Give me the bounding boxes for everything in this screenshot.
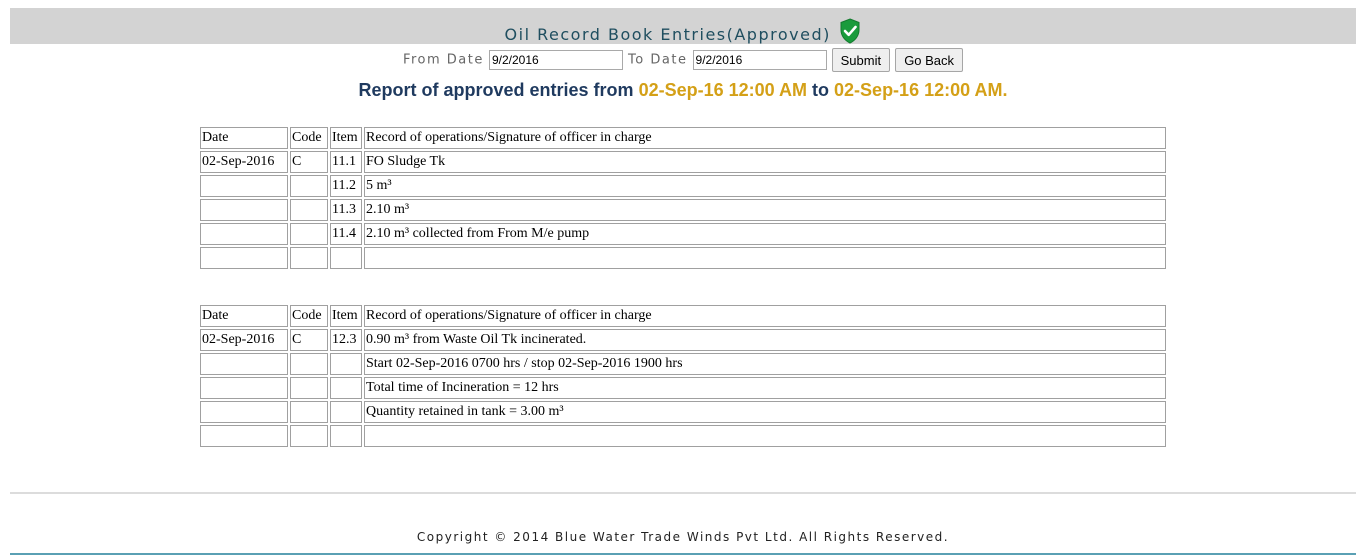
cell-code xyxy=(290,247,328,269)
report-prefix: Report of approved entries from xyxy=(358,80,634,100)
footer-divider xyxy=(10,492,1356,494)
cell-record: Quantity retained in tank = 3.00 m³ xyxy=(364,401,1166,423)
report-suffix: . xyxy=(1002,80,1008,100)
cell-date xyxy=(200,353,288,375)
record-table-1: Date Code Item Record of operations/Sign… xyxy=(198,125,1168,271)
cell-item xyxy=(330,353,362,375)
cell-code xyxy=(290,401,328,423)
cell-item xyxy=(330,247,362,269)
cell-date xyxy=(200,377,288,399)
cell-record: 2.10 m³ collected from From M/e pump xyxy=(364,223,1166,245)
bottom-border xyxy=(10,553,1356,555)
submit-button[interactable]: Submit xyxy=(831,48,891,72)
cell-item: 11.2 xyxy=(330,175,362,197)
cell-date xyxy=(200,401,288,423)
cell-item xyxy=(330,377,362,399)
cell-code xyxy=(290,353,328,375)
table-row: Start 02-Sep-2016 0700 hrs / stop 02-Sep… xyxy=(200,353,1166,375)
cell-record: Start 02-Sep-2016 0700 hrs / stop 02-Sep… xyxy=(364,353,1166,375)
go-back-button[interactable]: Go Back xyxy=(895,48,964,72)
table-row: 11.2 5 m³ xyxy=(200,175,1166,197)
header-cell-item: Item xyxy=(330,305,362,327)
from-date-input[interactable] xyxy=(488,50,623,70)
cell-code xyxy=(290,377,328,399)
table-header-row: Date Code Item Record of operations/Sign… xyxy=(200,305,1166,327)
cell-code: C xyxy=(290,151,328,173)
table-row: 11.3 2.10 m³ xyxy=(200,199,1166,221)
report-heading: Report of approved entries from 02-Sep-1… xyxy=(0,80,1366,101)
table-row: Quantity retained in tank = 3.00 m³ xyxy=(200,401,1166,423)
header-cell-date: Date xyxy=(200,305,288,327)
cell-date xyxy=(200,175,288,197)
cell-record: FO Sludge Tk xyxy=(364,151,1166,173)
to-date-label: To Date xyxy=(628,52,688,68)
header-cell-record: Record of operations/Signature of office… xyxy=(364,127,1166,149)
cell-item: 11.4 xyxy=(330,223,362,245)
page-title-row: Oil Record Book Entries(Approved) xyxy=(10,18,1356,48)
cell-record: 0.90 m³ from Waste Oil Tk incinerated. xyxy=(364,329,1166,351)
header-cell-record: Record of operations/Signature of office… xyxy=(364,305,1166,327)
cell-code: C xyxy=(290,329,328,351)
cell-date: 02-Sep-2016 xyxy=(200,329,288,351)
table-row: 02-Sep-2016 C 11.1 FO Sludge Tk xyxy=(200,151,1166,173)
cell-item xyxy=(330,401,362,423)
cell-item: 12.3 xyxy=(330,329,362,351)
header-bar: Oil Record Book Entries(Approved) xyxy=(10,8,1356,44)
cell-date: 02-Sep-2016 xyxy=(200,151,288,173)
report-to-date: 02-Sep-16 12:00 AM xyxy=(834,80,1003,100)
cell-item: 11.1 xyxy=(330,151,362,173)
table-row: 02-Sep-2016 C 12.3 0.90 m³ from Waste Oi… xyxy=(200,329,1166,351)
cell-date xyxy=(200,199,288,221)
cell-code xyxy=(290,199,328,221)
cell-record xyxy=(364,247,1166,269)
table-header-row: Date Code Item Record of operations/Sign… xyxy=(200,127,1166,149)
date-filter-bar: From Date To Date Submit Go Back xyxy=(0,48,1366,72)
table-row: 11.4 2.10 m³ collected from From M/e pum… xyxy=(200,223,1166,245)
cell-code xyxy=(290,425,328,447)
cell-record: 2.10 m³ xyxy=(364,199,1166,221)
cell-record xyxy=(364,425,1166,447)
header-cell-code: Code xyxy=(290,127,328,149)
shield-check-icon xyxy=(839,18,861,48)
cell-record: 5 m³ xyxy=(364,175,1166,197)
cell-item: 11.3 xyxy=(330,199,362,221)
report-middle: to xyxy=(812,80,830,100)
cell-date xyxy=(200,223,288,245)
table-row xyxy=(200,247,1166,269)
header-cell-code: Code xyxy=(290,305,328,327)
header-cell-item: Item xyxy=(330,127,362,149)
report-from-date: 02-Sep-16 12:00 AM xyxy=(638,80,807,100)
footer-copyright: Copyright © 2014 Blue Water Trade Winds … xyxy=(416,530,950,544)
cell-item xyxy=(330,425,362,447)
cell-code xyxy=(290,175,328,197)
page-title: Oil Record Book Entries(Approved) xyxy=(504,25,831,44)
record-table-2: Date Code Item Record of operations/Sign… xyxy=(198,303,1168,449)
from-date-label: From Date xyxy=(402,52,484,68)
header-cell-date: Date xyxy=(200,127,288,149)
table-row: Total time of Incineration = 12 hrs xyxy=(200,377,1166,399)
cell-date xyxy=(200,247,288,269)
table-row xyxy=(200,425,1166,447)
cell-date xyxy=(200,425,288,447)
cell-record: Total time of Incineration = 12 hrs xyxy=(364,377,1166,399)
to-date-input[interactable] xyxy=(692,50,827,70)
cell-code xyxy=(290,223,328,245)
